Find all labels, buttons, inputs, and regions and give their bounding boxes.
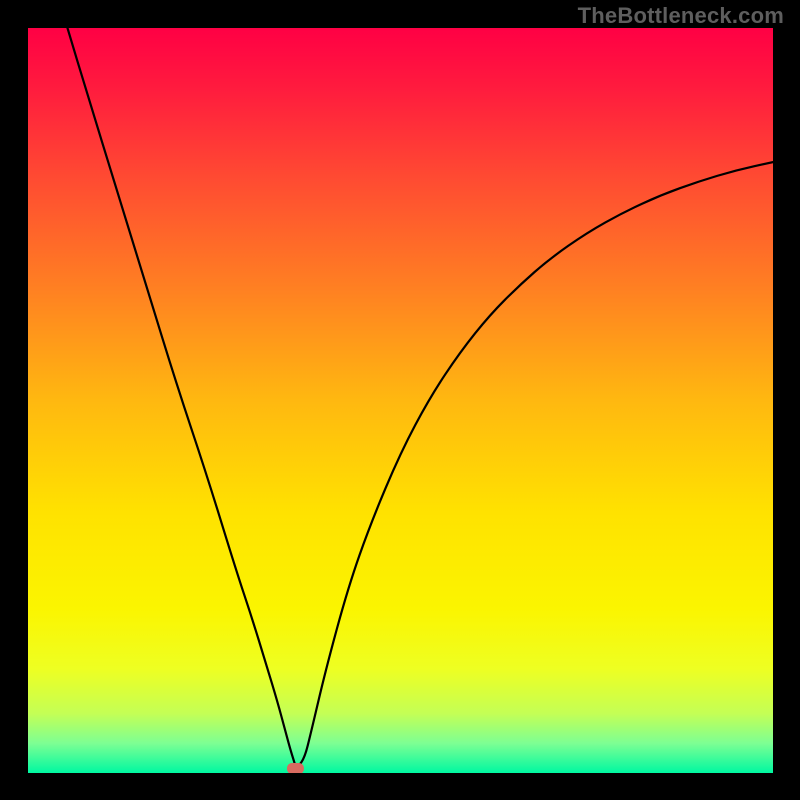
optimal-point-marker (287, 763, 304, 773)
chart-background (28, 28, 773, 773)
bottleneck-chart (28, 28, 773, 773)
chart-frame (28, 28, 773, 773)
watermark-text: TheBottleneck.com (578, 3, 784, 29)
